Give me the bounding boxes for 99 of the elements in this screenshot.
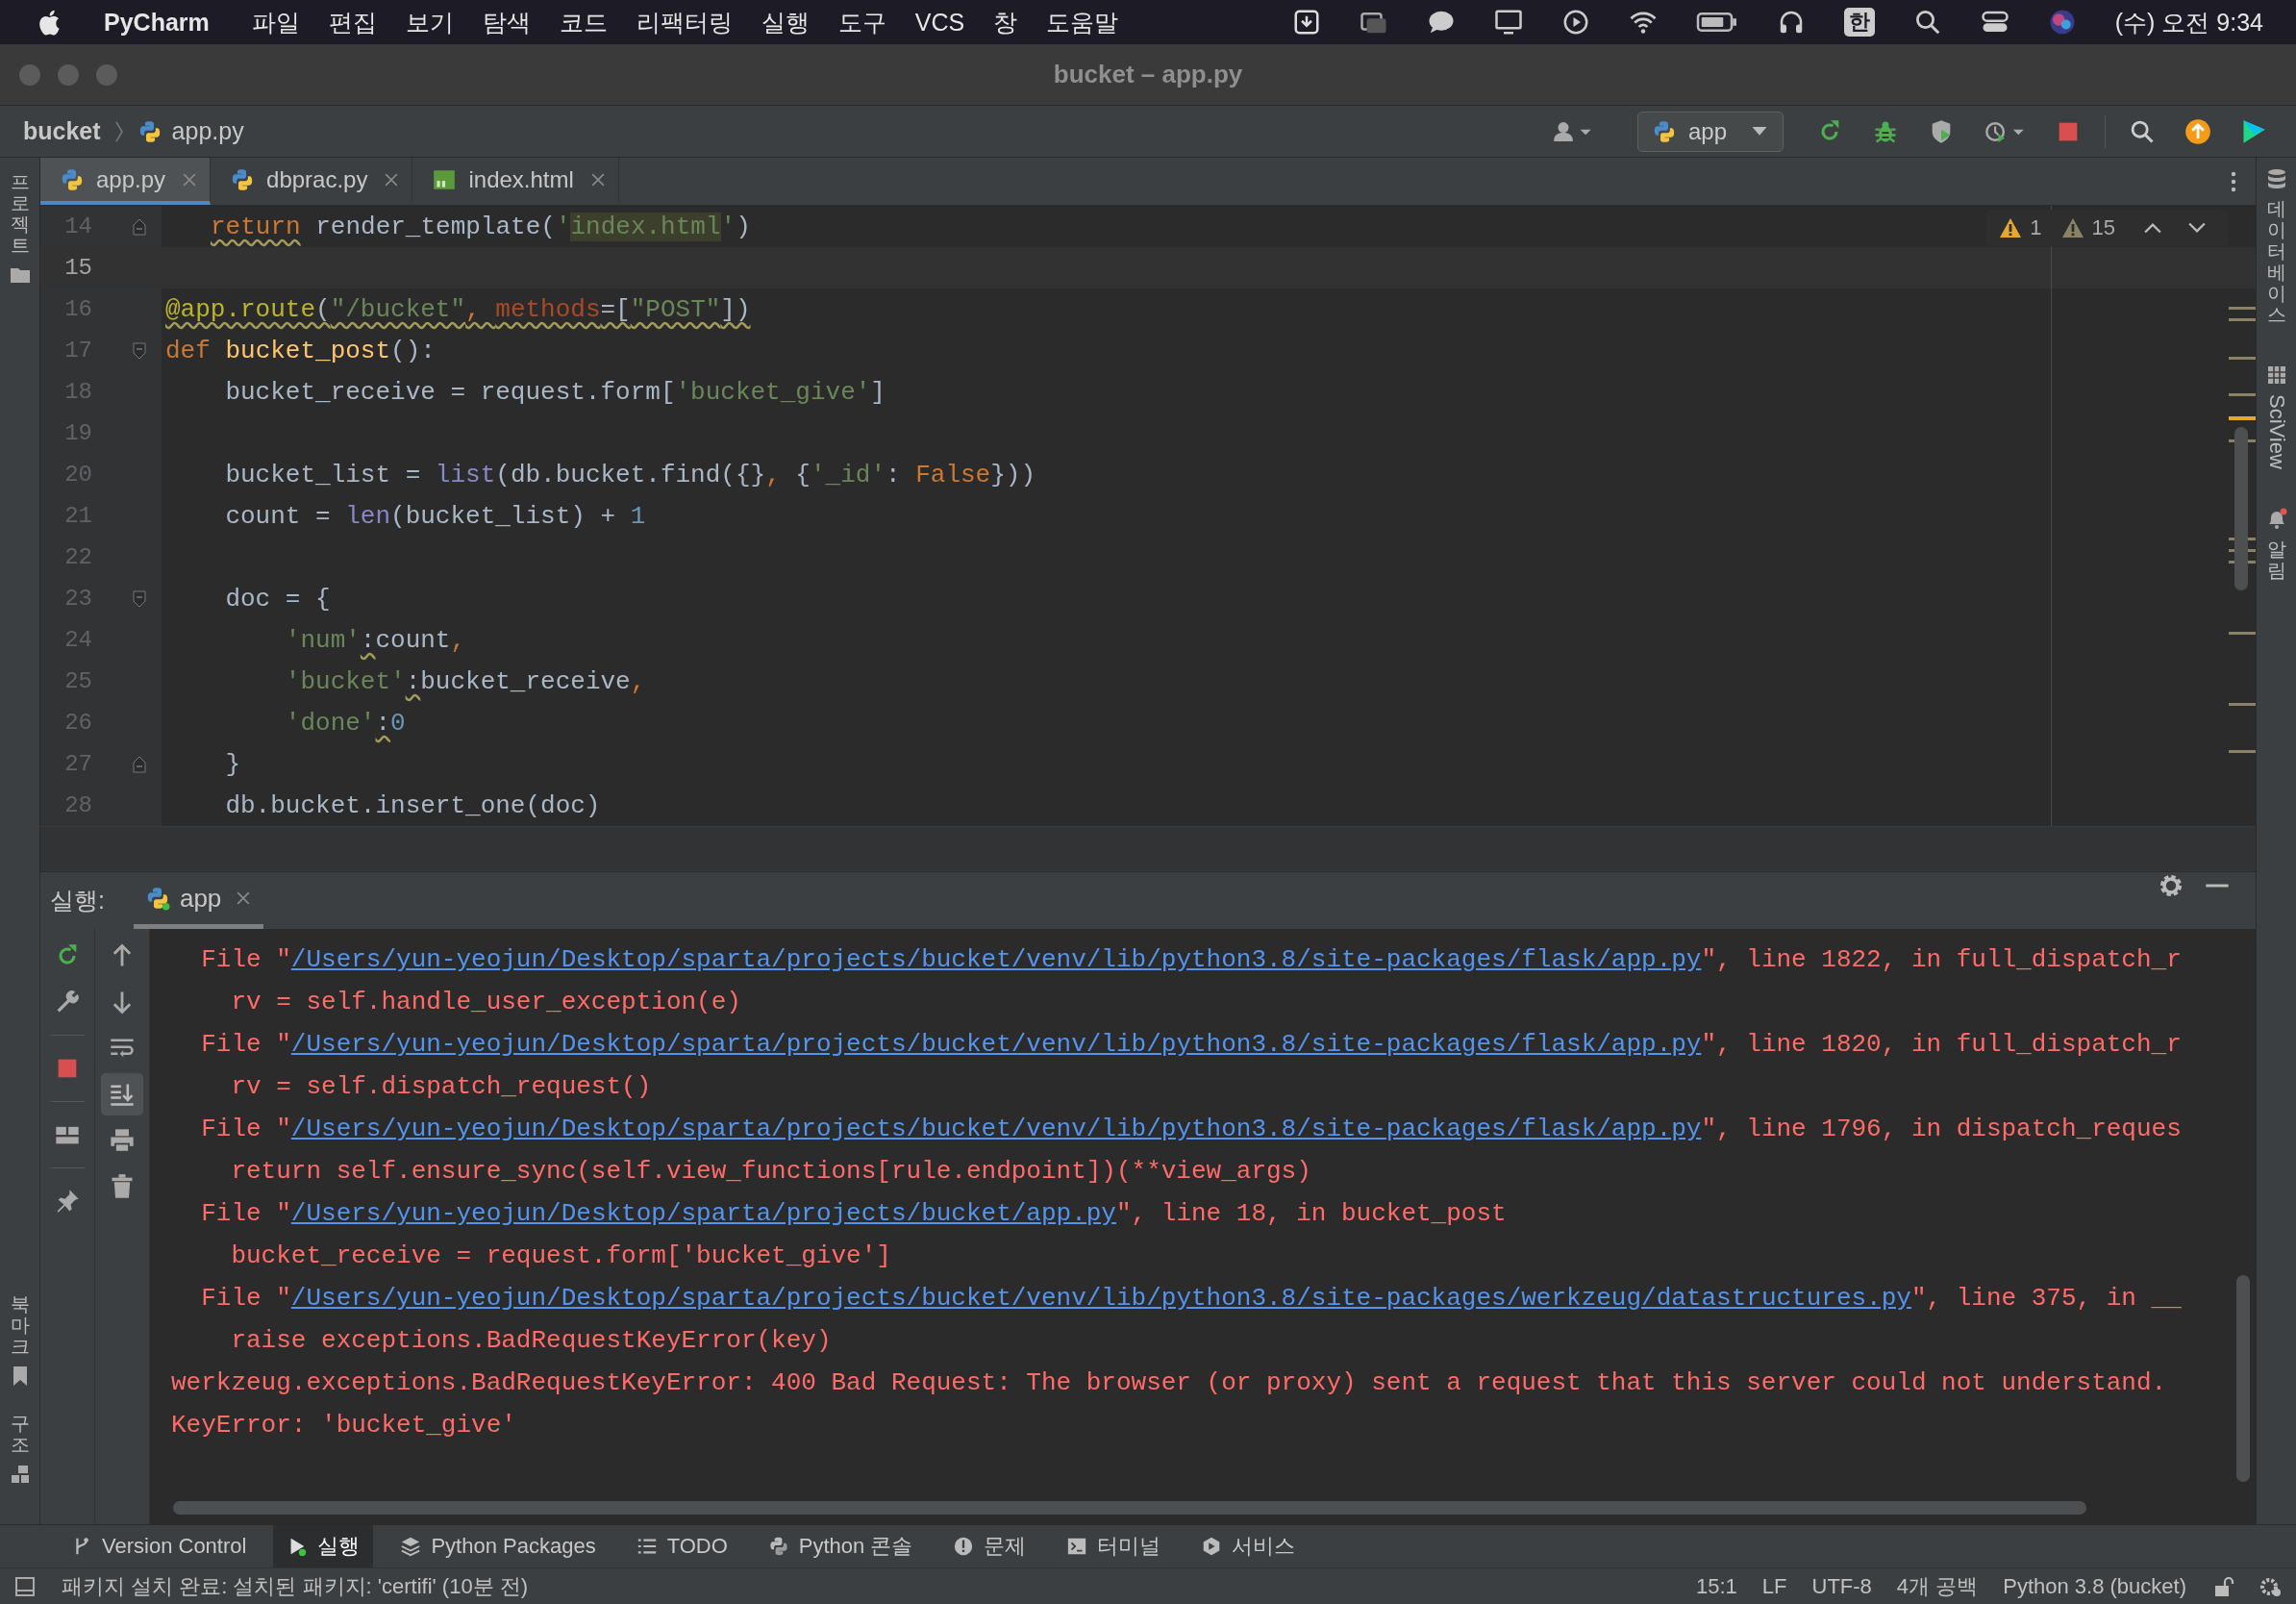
file-link[interactable]: /Users/yun-yeojun/Desktop/sparta/projects/bucket/venv/lib/python3.8/site-packages/flask/app.py [290, 1030, 1702, 1059]
input-source-indicator[interactable]: 한 [1843, 8, 1875, 37]
warning-count: 1 [2030, 215, 2042, 240]
traceback-code: raise exceptions.BadRequestKeyError(key) [230, 1326, 832, 1355]
code-line: 'done':0 [284, 708, 406, 738]
traceback-line: File "/Users/yun-yeojun/Desktop/sparta/projects/bucket/app.py", line 18, in bucket_post [200, 1199, 1507, 1228]
status-item[interactable]: 15:1 [1696, 1573, 1737, 1599]
status-message[interactable]: 패키지 설치 완료: 설치된 패키지: 'certifi' (10분 전) [62, 1571, 529, 1601]
menu-item[interactable]: 보기 [405, 6, 454, 38]
tool-window-button[interactable]: TODO [622, 1525, 741, 1567]
status-item[interactable]: UTF-8 [1811, 1573, 1872, 1599]
settings-icon[interactable] [2158, 872, 2184, 899]
menu-item[interactable]: VCS [914, 8, 965, 37]
tool-window-label[interactable]: 프로젝트 [10, 171, 30, 256]
file-link[interactable]: /Users/yun-yeojun/Desktop/sparta/projects/bucket/app.py [290, 1199, 1116, 1228]
code-line: db.bucket.insert_one(doc) [224, 790, 601, 820]
fold-marker-icon[interactable] [133, 589, 146, 608]
file-link[interactable]: /Users/yun-yeojun/Desktop/sparta/projects/bucket/venv/lib/python3.8/site-packages/flask/app.py [290, 1115, 1702, 1143]
layers-icon [400, 1536, 422, 1557]
traceback-code: bucket_receive = request.form['bucket_give'] [230, 1241, 891, 1270]
scrollbar-thumb[interactable] [2236, 1275, 2250, 1482]
tool-window-label[interactable]: 구조 [10, 1413, 30, 1455]
tool-window-button[interactable]: Python 콘솔 [754, 1525, 927, 1567]
error-message: werkzeug.exceptions.BadRequestKeyError: 400 Bad Request: The browser (or proxy) sent a request that this server could not understand. [171, 1368, 2167, 1397]
menu-item[interactable]: 실행 [761, 6, 810, 38]
warning-count: 15 [2091, 215, 2115, 240]
traceback-code: return self.ensure_sync(self.view_functions[rule.endpoint])(**view_args) [230, 1157, 1311, 1186]
menu-item[interactable]: 탐색 [482, 6, 531, 38]
code-line: @app.route("/bucket", methods=["POST"]) [165, 294, 751, 324]
tool-window-button[interactable]: 문제 [939, 1525, 1040, 1567]
code-line: return render_template('index.html') [210, 212, 751, 241]
traceback-code: rv = self.dispatch_request() [230, 1072, 652, 1101]
status-item[interactable]: Python 3.8 (bucket) [2003, 1573, 2186, 1599]
breadcrumb[interactable]: bucket [23, 117, 101, 145]
traceback-line: File "/Users/yun-yeojun/Desktop/sparta/projects/bucket/venv/lib/python3.8/site-packages/flask/app.py", line 1822, in full_dispatch_r [200, 945, 2182, 974]
menu-item[interactable]: 편집 [328, 6, 377, 38]
close-icon[interactable] [590, 172, 605, 187]
menu-item[interactable]: 창 [993, 6, 1018, 38]
status-item[interactable]: LF [1761, 1573, 1787, 1599]
menu-item[interactable]: 코드 [559, 6, 608, 38]
window-title: bucket – app.py [1053, 60, 1243, 89]
tool-window-label[interactable]: SciView [2263, 394, 2289, 469]
menu-item[interactable]: 파일 [251, 6, 300, 38]
tool-window-button[interactable]: 서비스 [1187, 1525, 1310, 1567]
code-line: doc = { [224, 584, 331, 614]
scrollbar-thumb[interactable] [2234, 427, 2248, 590]
code-line: count = len(bucket_list) + 1 [224, 501, 646, 531]
traceback-line: File "/Users/yun-yeojun/Desktop/sparta/projects/bucket/venv/lib/python3.8/site-packages/flask/app.py", line 1820, in full_dispatch_r [200, 1030, 2182, 1059]
list-icon [636, 1536, 658, 1557]
update-icon[interactable] [2184, 117, 2211, 145]
code-line: bucket_list = list(db.bucket.find({}, {'_id': False})) [224, 460, 1036, 489]
fold-marker-icon[interactable] [133, 217, 146, 236]
file-link[interactable]: /Users/yun-yeojun/Desktop/sparta/projects/bucket/venv/lib/python3.8/site-packages/flask/app.py [290, 945, 1702, 974]
panel-label: 실행: [50, 886, 105, 915]
traceback-code: rv = self.handle_user_exception(e) [230, 988, 741, 1016]
file-tab[interactable]: app.py [40, 158, 212, 205]
print-icon[interactable] [109, 1127, 136, 1154]
fold-marker-icon[interactable] [133, 755, 146, 773]
code-line: def bucket_post(): [165, 336, 436, 365]
file-tab[interactable]: index.html [412, 158, 619, 205]
traceback-line: File "/Users/yun-yeojun/Desktop/sparta/projects/bucket/venv/lib/python3.8/site-packages/flask/app.py", line 1796, in dispatch_reques [200, 1115, 2182, 1143]
status-item[interactable]: 4개 공백 [1896, 1571, 1979, 1601]
tool-window-button[interactable]: Version Control [58, 1525, 261, 1567]
menu-bar-clock[interactable]: (수) 오전 9:34 [2114, 6, 2263, 38]
menu-item[interactable]: 도구 [837, 6, 886, 38]
close-icon[interactable] [237, 891, 251, 905]
error-message: KeyError: 'bucket_give' [171, 1411, 516, 1440]
code-line: 'num':count, [284, 625, 466, 655]
tool-window-button[interactable]: 터미널 [1053, 1525, 1175, 1567]
monitor-icon[interactable] [1493, 8, 1523, 37]
terminal-icon [1066, 1536, 1088, 1557]
tool-window-button[interactable]: Python Packages [387, 1525, 610, 1567]
code-line: bucket_receive = request.form['bucket_give'] [224, 377, 886, 407]
menu-item[interactable]: 도움말 [1046, 6, 1119, 38]
tool-window-label[interactable]: 데이터베이스 [2266, 198, 2286, 325]
breadcrumb[interactable]: app.py [171, 117, 244, 145]
code-line: 'bucket':bucket_receive, [284, 666, 646, 696]
close-icon[interactable] [385, 172, 399, 187]
more-options-icon[interactable] [2231, 169, 2236, 193]
tool-window-label[interactable]: 북마크 [10, 1293, 30, 1357]
line-number: 15 [63, 255, 92, 281]
scrollbar-thumb[interactable] [173, 1501, 2086, 1515]
panel-toggle-icon[interactable] [13, 1574, 37, 1598]
file-tab[interactable]: dbprac.py [211, 158, 413, 205]
menu-item[interactable]: 리팩터링 [636, 6, 733, 38]
tool-window-button[interactable]: 실행 [273, 1525, 374, 1567]
scroll-to-end-button[interactable] [101, 1073, 143, 1115]
python-file-icon [60, 166, 85, 192]
caret-icon [1752, 126, 1767, 137]
fold-marker-icon[interactable] [133, 341, 146, 360]
code-line: } [224, 749, 240, 779]
python-icon [767, 1536, 789, 1557]
exclamation-icon [953, 1536, 975, 1557]
traceback-line: File "/Users/yun-yeojun/Desktop/sparta/projects/bucket/venv/lib/python3.8/site-packages/werkzeug/datastructures.py", line 375, in __ [200, 1284, 2182, 1313]
run-configuration-dropdown[interactable]: app [1636, 111, 1784, 152]
download-icon[interactable] [1291, 8, 1321, 37]
app-name[interactable]: PyCharm [104, 8, 210, 37]
tool-window-label[interactable]: 알림 [2266, 538, 2286, 581]
file-link[interactable]: /Users/yun-yeojun/Desktop/sparta/projects/bucket/venv/lib/python3.8/site-packages/werkzeug/datastructures.py [290, 1284, 1911, 1313]
